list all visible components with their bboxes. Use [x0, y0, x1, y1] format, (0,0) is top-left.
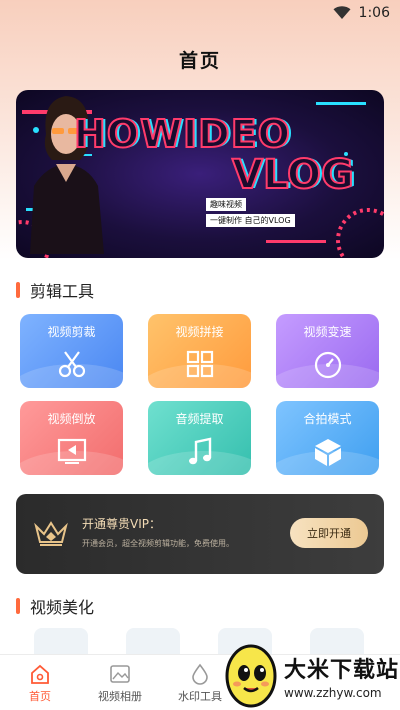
vip-description: 开通会员，超全视频剪辑功能，免费使用。 [82, 539, 234, 548]
rice-mascot-logo [225, 644, 277, 708]
section-accent-bar [16, 282, 20, 298]
status-bar: 1:06 [0, 0, 400, 26]
tool-video-merge-button[interactable]: 视频拼接 [148, 314, 251, 388]
crown-icon [34, 521, 68, 546]
site-watermark: 大米下载站 www.zzhyw.com [218, 638, 400, 710]
nav-item-home[interactable]: 首页 [0, 655, 80, 710]
reverse-play-icon [57, 438, 86, 464]
tool-label: 视频变速 [303, 325, 352, 339]
tool-audio-extract-button[interactable]: 音频提取 [148, 401, 251, 475]
tool-video-crop-button[interactable]: 视频剪裁 [20, 314, 123, 388]
home-icon [31, 664, 49, 684]
promo-banner[interactable]: HOWIDEO VLOG 趣味视频 一键制作 自己的VLOG [16, 90, 384, 258]
tools-grid: 视频剪裁 视频拼接 视频变速 视频倒放 音频提取 合拍模式 [20, 314, 380, 475]
tool-label: 视频剪裁 [47, 325, 96, 339]
banner-tag: 一键制作 自己的VLOG [206, 214, 295, 227]
watermark-icon [192, 663, 208, 685]
beauty-section-header: 视频美化 [16, 594, 94, 618]
wifi-icon [333, 6, 351, 19]
tool-label: 音频提取 [175, 412, 224, 426]
watermark-site-name: 大米下载站 [284, 658, 400, 683]
tool-video-reverse-button[interactable]: 视频倒放 [20, 401, 123, 475]
cube-icon [314, 439, 341, 466]
tools-section-header: 剪辑工具 [16, 278, 94, 302]
watermark-url: www.zzhyw.com [284, 686, 382, 700]
banner-tag: 趣味视频 [206, 198, 246, 211]
section-accent-bar [16, 598, 20, 614]
scissors-icon [58, 351, 85, 378]
tool-label: 视频倒放 [47, 412, 96, 426]
speed-dial-icon [314, 351, 341, 379]
nav-item-album[interactable]: 视频相册 [80, 655, 160, 710]
tool-label: 合拍模式 [303, 412, 352, 426]
status-time: 1:06 [358, 5, 390, 21]
nav-label: 首页 [29, 690, 51, 703]
vip-promo-card[interactable]: 开通尊贵VIP： 开通会员，超全视频剪辑功能，免费使用。 立即开通 [16, 494, 384, 574]
grid-icon [186, 350, 213, 378]
tool-duet-mode-button[interactable]: 合拍模式 [276, 401, 379, 475]
tool-video-speed-button[interactable]: 视频变速 [276, 314, 379, 388]
vip-open-button[interactable]: 立即开通 [290, 518, 368, 548]
tool-label: 视频拼接 [175, 325, 224, 339]
tools-section-title: 剪辑工具 [30, 282, 95, 301]
nav-label: 视频相册 [98, 690, 142, 703]
banner-subheadline: VLOG [231, 151, 355, 199]
album-icon [110, 665, 130, 683]
beauty-section-title: 视频美化 [30, 598, 95, 617]
banner-headline: HOWIDEO [73, 111, 291, 157]
music-note-icon [188, 437, 211, 465]
nav-label: 水印工具 [178, 690, 222, 703]
page-title: 首页 [178, 50, 221, 72]
vip-title: 开通尊贵VIP： [82, 517, 161, 531]
